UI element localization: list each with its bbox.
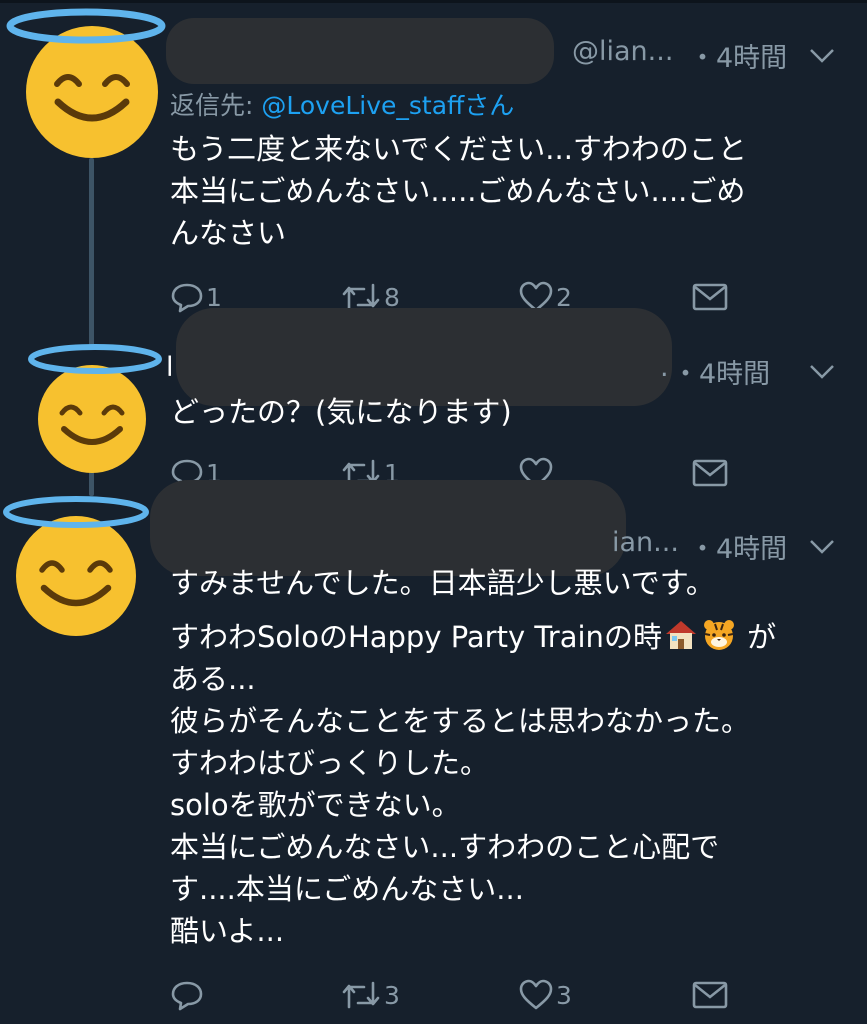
tweet-text-line: 酷いよ...: [170, 914, 285, 948]
avatar-halo-emoji-icon[interactable]: [0, 490, 155, 640]
tweet-handle[interactable]: ian...: [612, 527, 679, 558]
tweet-handle[interactable]: @lian...: [572, 36, 673, 67]
tweet-name-fragment[interactable]: l: [166, 352, 174, 383]
tweet-text-line: んなさい: [170, 216, 287, 250]
tweet-text-line: す....本当にごめんなさい...: [170, 872, 524, 906]
tweet-text-segment: すわわSoloのHappy Party Trainの時: [170, 620, 662, 654]
tweet-text: すみませんでした。日本語少し悪いです。 すわわSoloのHappy Party …: [170, 562, 860, 952]
direct-message-button[interactable]: [692, 975, 728, 1015]
retweet-count: 3: [384, 980, 400, 1010]
reply-icon: [171, 283, 203, 313]
like-count: 3: [556, 980, 572, 1010]
direct-message-button[interactable]: [692, 453, 728, 493]
tweet-timestamp[interactable]: ・4時間: [672, 352, 770, 391]
tweet-text-line: もう二度と来ないでください...すわわのこと: [170, 132, 747, 166]
top-border: [0, 0, 867, 3]
tiger-face-icon: [703, 620, 734, 650]
retweet-icon: [342, 981, 380, 1009]
heart-icon: [519, 979, 553, 1010]
avatar-halo-emoji-icon[interactable]: [20, 337, 170, 477]
tweet-text-line: 本当にごめんなさい...すわわのこと心配で: [170, 830, 720, 864]
reply-to-line: 返信先: @LoveLive_staffさん: [170, 86, 514, 122]
tweet-text-line: soloを歌ができない。: [170, 788, 461, 822]
tweet-text-line: ある...: [170, 662, 256, 696]
envelope-icon: [692, 459, 728, 487]
tweet-timestamp[interactable]: ・4時間: [689, 36, 787, 75]
tweet-text-segment: が: [747, 620, 777, 654]
chevron-down-icon[interactable]: [808, 46, 836, 66]
tweet-text: もう二度と来ないでください...すわわのこと 本当にごめんなさい.....ごめん…: [170, 128, 747, 254]
tweet-actions: 3 3: [170, 975, 750, 1015]
reply-icon: [171, 981, 203, 1011]
avatar-halo-emoji-icon[interactable]: [2, 4, 172, 160]
reply-to-mention-link[interactable]: @LoveLive_staffさん: [261, 91, 514, 120]
tweet-handle-trail: .: [660, 352, 669, 383]
retweet-button[interactable]: 3: [340, 975, 400, 1015]
tweet-timestamp[interactable]: ・4時間: [689, 527, 787, 566]
redacted-name: [166, 18, 554, 84]
reply-button[interactable]: [170, 975, 206, 1015]
tweet-text: どったの？(気になります): [170, 391, 512, 433]
direct-message-button[interactable]: [692, 277, 728, 317]
house-icon: [665, 621, 696, 649]
tweet-text-line: すみませんでした。日本語少し悪いです。: [170, 566, 715, 600]
tweet-text-line: 彼らがそんなことをするとは思わなかった。: [170, 704, 751, 738]
chevron-down-icon[interactable]: [808, 362, 836, 382]
envelope-icon: [692, 981, 728, 1009]
like-button[interactable]: 3: [518, 975, 572, 1015]
thread-connector: [89, 158, 94, 346]
chevron-down-icon[interactable]: [808, 537, 836, 557]
envelope-icon: [692, 283, 728, 311]
reply-to-prefix: 返信先:: [170, 91, 262, 120]
tweet-text-line: すわわはびっくりした。: [170, 746, 490, 780]
tweet-text-line: すわわSoloのHappy Party Trainの時 が: [170, 616, 860, 658]
tweet-text-line: どったの？(気になります): [170, 395, 512, 429]
tweet-text-line: 本当にごめんなさい.....ごめんなさい....ごめ: [170, 174, 746, 208]
